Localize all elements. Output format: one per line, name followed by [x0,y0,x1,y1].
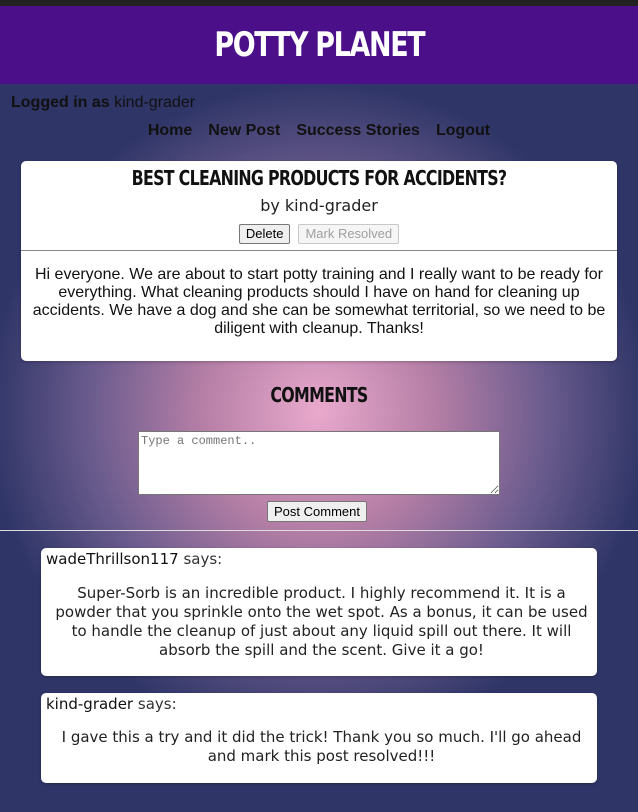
login-prefix: Logged in as [11,94,110,111]
comment-says-label: says: [137,695,177,713]
nav-home[interactable]: Home [148,122,192,140]
comment-says-label: says: [183,550,223,568]
post-comment-button[interactable]: Post Comment [267,501,367,522]
comment-author: kind-grader [46,695,134,713]
mark-resolved-button[interactable]: Mark Resolved [298,224,400,244]
login-username: kind-grader [114,94,196,111]
comment-text: I gave this a try and it did the trick! … [61,728,582,765]
post-byline: by kind-grader [21,196,617,215]
post-divider [21,250,617,251]
nav-logout[interactable]: Logout [436,122,490,140]
login-status: Logged in as kind-grader [11,94,195,112]
nav-new-post[interactable]: New Post [208,122,280,140]
post-title: BEST CLEANING PRODUCTS FOR ACCIDENTS? [131,166,508,190]
comment-header: wadeThrillson117 says: [46,550,222,568]
main-nav: Home New Post Success Stories Logout [0,122,638,140]
site-title: POTTY PLANET [213,25,425,65]
comment-text: Super-Sorb is an incredible product. I h… [55,584,588,659]
comment-input[interactable] [138,431,500,495]
nav-success-stories[interactable]: Success Stories [296,122,420,140]
comment-card: kind-grader says: I gave this a try and … [41,693,597,783]
post-by-label: by [260,196,280,215]
post-body: Hi everyone. We are about to start potty… [32,266,606,337]
post-actions: Delete Mark Resolved [21,224,617,244]
comments-heading: COMMENTS [270,383,368,407]
post-author: kind-grader [284,196,378,215]
comment-author: wadeThrillson117 [46,550,179,568]
site-header: POTTY PLANET [0,6,638,84]
comment-card: wadeThrillson117 says: Super-Sorb is an … [41,548,597,676]
delete-button[interactable]: Delete [238,224,291,244]
section-divider [0,530,638,531]
post-card: BEST CLEANING PRODUCTS FOR ACCIDENTS? by… [21,161,617,361]
comment-header: kind-grader says: [46,695,177,713]
